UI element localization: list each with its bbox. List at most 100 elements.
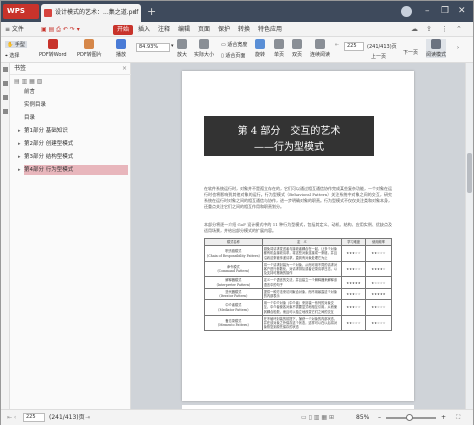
table-row: 职责链模式 (Chain of Responsibility Pattern) 避…	[204, 245, 392, 262]
menu-insert[interactable]: 插入	[138, 22, 150, 37]
status-next-icons[interactable]: › ⇥	[81, 410, 90, 426]
single-page-button[interactable]: 单页	[274, 39, 284, 58]
menu-protect[interactable]: 保护	[218, 22, 230, 37]
continuous-read-button[interactable]: 连续阅读	[310, 39, 330, 58]
bookmark-item-selected[interactable]: 第4部分 行为型模式	[24, 165, 128, 175]
cloud-sync-icon[interactable]: ☁	[411, 22, 418, 37]
expand-arrow-icon[interactable]: ▸	[18, 139, 21, 149]
play-button[interactable]: 播放	[116, 39, 126, 58]
zoom-input[interactable]: 84.93%	[136, 43, 170, 52]
collapse-ribbon-icon[interactable]: ⌃	[456, 22, 462, 37]
difficulty-cell: ★★★★★	[341, 276, 367, 289]
page-number-input[interactable]: 225	[344, 42, 364, 51]
document-view[interactable]: 第 4 部分 交互的艺术 ——行为型模式 在软件系统运行时，对象并不是孤立存在的…	[131, 63, 465, 409]
document-tab[interactable]: 设计模式的艺术：...集之道.pdf ×	[41, 4, 141, 22]
menu-start[interactable]: 开始	[113, 25, 133, 35]
file-menu[interactable]: ≡ 文件	[5, 22, 24, 37]
bookmark-panel: 书签 × ▤ ▥ ▦ ▧ 前言 实例目录 目录 ▸ 第1部分 基础知识 ▸ 第2…	[10, 63, 131, 409]
menu-edit[interactable]: 编辑	[178, 22, 190, 37]
restore-button[interactable]: ❐	[441, 4, 449, 19]
status-page-input[interactable]: 225	[23, 413, 45, 422]
title-bar: WPS 设计模式的艺术：...集之道.pdf × + – ❐ ✕	[1, 1, 473, 22]
menu-special[interactable]: 特色应用	[258, 22, 282, 37]
pattern-english-name: (Interpreter Pattern)	[216, 282, 251, 287]
table-row: 命令模式 (Command Pattern) 将一个请求封装为一个对象，从而可用不…	[204, 260, 392, 278]
pdf-file-icon	[44, 9, 52, 17]
read-mode-button[interactable]: 阅读模式	[426, 39, 446, 58]
status-prev-icons[interactable]: ⇤ ‹	[7, 410, 16, 426]
wps-logo[interactable]: WPS	[3, 4, 39, 19]
pdf-to-image-button[interactable]: PDF转图片	[77, 39, 102, 58]
difficulty-cell: ★★☆☆☆	[341, 314, 367, 332]
zoom-in-button[interactable]: 放大	[177, 39, 187, 58]
fullscreen-icon[interactable]: ⛶	[456, 410, 460, 426]
bookmark-panel-close-icon[interactable]: ×	[122, 63, 127, 75]
read-mode-icon	[431, 39, 441, 49]
pdf-to-word-label: PDF转Word	[39, 52, 67, 58]
menu-convert[interactable]: 转换	[238, 22, 250, 37]
bookmark-item[interactable]: 实例目录	[24, 100, 128, 110]
pdf-to-word-button[interactable]: PDF转Word	[39, 39, 67, 58]
close-window-button[interactable]: ✕	[458, 4, 466, 19]
double-page-button[interactable]: 双页	[292, 39, 302, 58]
actual-size-button[interactable]: 实际大小	[194, 39, 214, 58]
expand-arrow-icon[interactable]: ▸	[18, 165, 21, 175]
zoom-dropdown-icon[interactable]: ▾	[171, 43, 174, 49]
prev-page-label: 上一页	[371, 54, 387, 60]
bookmark-item[interactable]: 前言	[24, 87, 128, 97]
frequency-cell: ★☆☆☆☆	[365, 276, 392, 289]
status-page-count: (241/413)页	[49, 414, 85, 421]
rotate-button[interactable]: 旋转	[255, 39, 265, 58]
menu-page[interactable]: 页面	[198, 22, 210, 37]
pattern-name-cell: 中介者模式 (Mediator Pattern)	[204, 299, 263, 316]
bookmark-tools-icons[interactable]: ▤ ▥ ▦ ▧	[14, 78, 42, 85]
search-panel-icon[interactable]	[3, 109, 8, 114]
expand-arrow-icon[interactable]: ▸	[18, 126, 21, 136]
scrollbar-thumb[interactable]	[467, 153, 472, 193]
thumbnail-panel-icon[interactable]	[3, 81, 8, 86]
fit-page-button[interactable]: ▯ 适合页面	[221, 52, 245, 59]
hand-tool-button[interactable]: ✋ 手型	[5, 41, 27, 48]
col-header-difficulty: 学习难度	[341, 237, 367, 247]
next-page-button[interactable]: 下一页	[403, 49, 418, 56]
bookmark-item[interactable]: 第1部分 基础知识	[24, 126, 128, 136]
zoom-in-status-button[interactable]: +	[441, 410, 446, 426]
view-mode-icons[interactable]: ▭ ▯ ▥ ▦ ⊞	[301, 410, 334, 426]
pattern-def-cell: 用一个中介对象（中介者）来封装一系列的对象交互，中介者使各对象不需要显式地相互引…	[261, 299, 343, 316]
table-row: 迭代器模式 (Iterator Pattern) 提供一种方法来访问聚合对象，而不…	[204, 287, 392, 301]
continuous-read-label: 连续阅读	[310, 52, 331, 58]
pattern-english-name: (Mediator Pattern)	[218, 307, 249, 312]
menu-annotate[interactable]: 注释	[158, 22, 170, 37]
user-avatar[interactable]	[401, 6, 412, 17]
zoom-slider-knob[interactable]	[406, 414, 413, 421]
zoom-out-button[interactable]: –	[378, 410, 381, 426]
document-tab-title: 设计模式的艺术：...集之道.pdf	[55, 9, 139, 16]
first-page-icon[interactable]: ⇤	[335, 42, 339, 48]
prev-page-button[interactable]: 上一页	[371, 53, 386, 60]
pdf-to-image-icon	[84, 39, 95, 49]
select-tool-label: 选择	[9, 53, 20, 59]
comment-panel-icon[interactable]	[3, 95, 8, 100]
menu-icons[interactable]: ▣ ▤ ⎙ ↶ ↷ ▾	[41, 22, 80, 37]
expand-arrow-icon[interactable]: ▸	[18, 152, 21, 162]
more-icon[interactable]: ⋮	[441, 22, 448, 37]
pattern-english-name: (Memento Pattern)	[217, 323, 249, 328]
difficulty-cell: ★★★☆☆	[341, 260, 367, 278]
part-title-banner: 第 4 部分 交互的艺术 ——行为型模式	[204, 116, 374, 156]
share-icon[interactable]: ⇪	[426, 22, 432, 37]
select-tool-button[interactable]: ⌖ 选择	[5, 52, 19, 59]
bookmark-item[interactable]: 目录	[24, 113, 128, 123]
bookmark-item[interactable]: 第3部分 结构型模式	[24, 152, 128, 162]
part-subtitle: ——行为型模式	[254, 142, 324, 153]
actual-size-icon	[199, 39, 209, 49]
new-tab-button[interactable]: +	[147, 4, 156, 19]
fit-width-button[interactable]: ▭ 适合宽度	[221, 41, 247, 48]
tab-close-icon[interactable]: ×	[132, 4, 137, 22]
toolbar-more-icon[interactable]: ›	[457, 45, 459, 51]
rotate-label: 旋转	[255, 52, 266, 58]
vertical-scrollbar[interactable]	[465, 63, 473, 409]
minimize-button[interactable]: –	[425, 4, 430, 19]
bookmark-item[interactable]: 第2部分 创建型模式	[24, 139, 128, 149]
table-header-row: 模式名称 定 义 学习难度 使用频率	[204, 237, 392, 247]
bookmark-panel-icon[interactable]	[3, 67, 8, 72]
